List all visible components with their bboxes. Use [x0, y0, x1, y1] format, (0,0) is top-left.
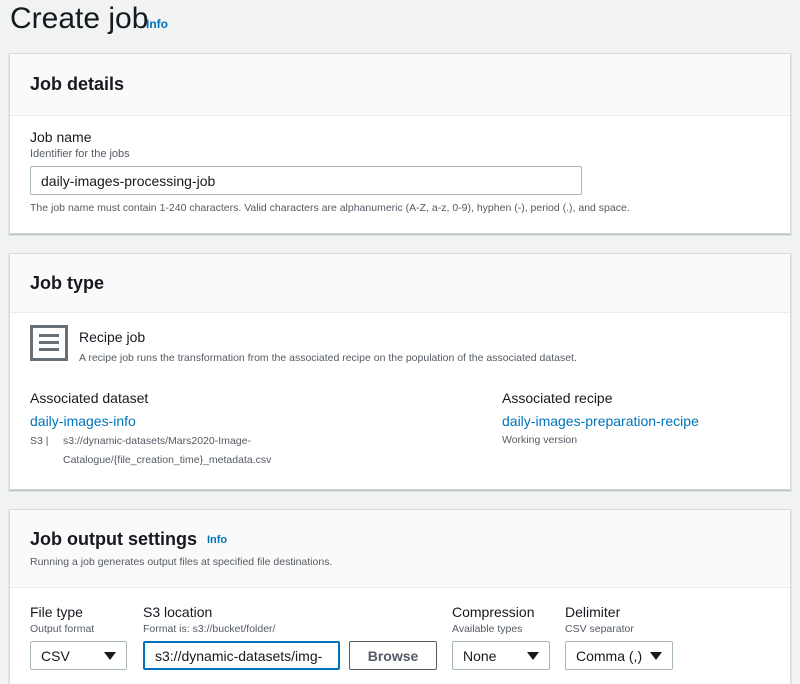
compression-value: None: [463, 647, 497, 664]
list-icon: [30, 325, 68, 361]
job-name-input[interactable]: daily-images-processing-job: [30, 166, 582, 195]
job-details-header: Job details: [10, 54, 790, 116]
browse-button[interactable]: Browse: [349, 641, 437, 670]
associated-dataset-link[interactable]: daily-images-info: [30, 413, 136, 429]
recipe-job-title: Recipe job: [79, 329, 146, 345]
title-info-link[interactable]: Info: [146, 17, 168, 31]
file-type-value: CSV: [41, 647, 70, 664]
recipe-version: Working version: [502, 434, 578, 446]
job-output-panel: Job output settings Info Running a job g…: [9, 509, 791, 684]
job-name-label: Job name: [30, 129, 92, 145]
delimiter-description: CSV separator: [565, 623, 634, 635]
s3-location-description: Format is: s3://bucket/folder/: [143, 623, 276, 635]
job-name-constraint: The job name must contain 1-240 characte…: [30, 202, 630, 214]
delimiter-select[interactable]: Comma (,): [565, 641, 673, 670]
job-name-description: Identifier for the jobs: [30, 148, 130, 160]
job-output-header: Job output settings Info Running a job g…: [10, 510, 790, 588]
associated-dataset-label: Associated dataset: [30, 390, 149, 406]
associated-recipe-label: Associated recipe: [502, 390, 613, 406]
dataset-path-line-2: Catalogue/{file_creation_time}_metadata.…: [63, 454, 272, 466]
job-type-panel: Job type Recipe job A recipe job runs th…: [9, 253, 791, 490]
job-type-heading: Job type: [30, 272, 105, 293]
job-details-panel: Job details Job name Identifier for the …: [9, 53, 791, 234]
file-type-description: Output format: [30, 623, 95, 635]
output-info-link[interactable]: Info: [207, 534, 227, 546]
chevron-down-icon: [104, 651, 116, 660]
compression-label: Compression: [452, 604, 535, 620]
dataset-path-line-1: s3://dynamic-datasets/Mars2020-Image-: [63, 435, 251, 447]
page-title: Create job: [10, 2, 149, 35]
file-type-select[interactable]: CSV: [30, 641, 127, 670]
job-output-heading: Job output settings: [30, 529, 197, 549]
compression-select[interactable]: None: [452, 641, 550, 670]
job-type-header: Job type: [10, 254, 790, 313]
s3-location-label: S3 location: [143, 604, 213, 620]
compression-description: Available types: [452, 623, 523, 635]
chevron-down-icon: [650, 651, 662, 660]
output-description: Running a job generates output files at …: [30, 556, 333, 568]
associated-recipe-link[interactable]: daily-images-preparation-recipe: [502, 413, 699, 429]
s3-location-input[interactable]: s3://dynamic-datasets/img-: [143, 641, 340, 670]
dataset-source-type: S3 |: [30, 435, 49, 447]
delimiter-value: Comma (,): [576, 647, 643, 664]
chevron-down-icon: [527, 651, 539, 660]
file-type-label: File type: [30, 604, 83, 620]
delimiter-label: Delimiter: [565, 604, 621, 620]
recipe-job-description: A recipe job runs the transformation fro…: [79, 352, 577, 364]
job-details-heading: Job details: [30, 74, 125, 94]
